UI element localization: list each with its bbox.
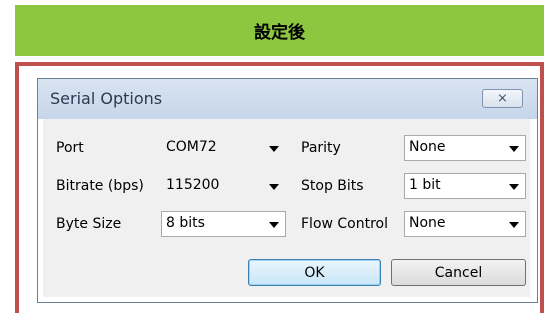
close-button[interactable]: ⨯ <box>482 89 523 108</box>
chevron-down-icon <box>269 184 279 190</box>
parity-select[interactable]: None <box>404 135 526 161</box>
stop-bits-select[interactable]: 1 bit <box>404 173 526 199</box>
dialog-body: Port COM72 Bitrate (bps) 115200 Byte Siz… <box>43 119 530 297</box>
section-header: 設定後 <box>15 5 544 56</box>
cancel-button[interactable]: Cancel <box>391 259 526 286</box>
port-value: COM72 <box>166 139 217 155</box>
parity-value: None <box>409 139 446 155</box>
port-select[interactable]: COM72 <box>161 135 286 161</box>
close-icon: ⨯ <box>497 91 508 106</box>
bitrate-value: 115200 <box>166 177 220 193</box>
chevron-down-icon <box>509 222 519 228</box>
header-title: 設定後 <box>254 23 305 43</box>
frame-border-left <box>15 62 19 313</box>
frame-border-top <box>15 62 544 66</box>
chevron-down-icon <box>269 146 279 152</box>
port-label: Port <box>56 140 84 156</box>
dialog-titlebar[interactable]: Serial Options ⨯ <box>38 79 537 119</box>
bitrate-label: Bitrate (bps) <box>56 178 144 194</box>
ok-button[interactable]: OK <box>248 259 381 286</box>
byte-size-label: Byte Size <box>56 216 122 232</box>
flow-control-select[interactable]: None <box>404 211 526 237</box>
serial-options-dialog: Serial Options ⨯ Port COM72 Bitrate (bps… <box>37 78 538 303</box>
parity-label: Parity <box>301 140 341 156</box>
flow-control-value: None <box>409 215 446 231</box>
stop-bits-label: Stop Bits <box>301 178 364 194</box>
bitrate-select[interactable]: 115200 <box>161 173 286 199</box>
byte-size-select[interactable]: 8 bits <box>161 211 286 237</box>
chevron-down-icon <box>509 146 519 152</box>
chevron-down-icon <box>509 184 519 190</box>
stop-bits-value: 1 bit <box>409 177 441 193</box>
dialog-title: Serial Options <box>50 89 163 108</box>
chevron-down-icon <box>269 222 279 228</box>
flow-control-label: Flow Control <box>301 216 389 232</box>
frame-border-right <box>540 62 544 313</box>
byte-size-value: 8 bits <box>166 215 205 231</box>
